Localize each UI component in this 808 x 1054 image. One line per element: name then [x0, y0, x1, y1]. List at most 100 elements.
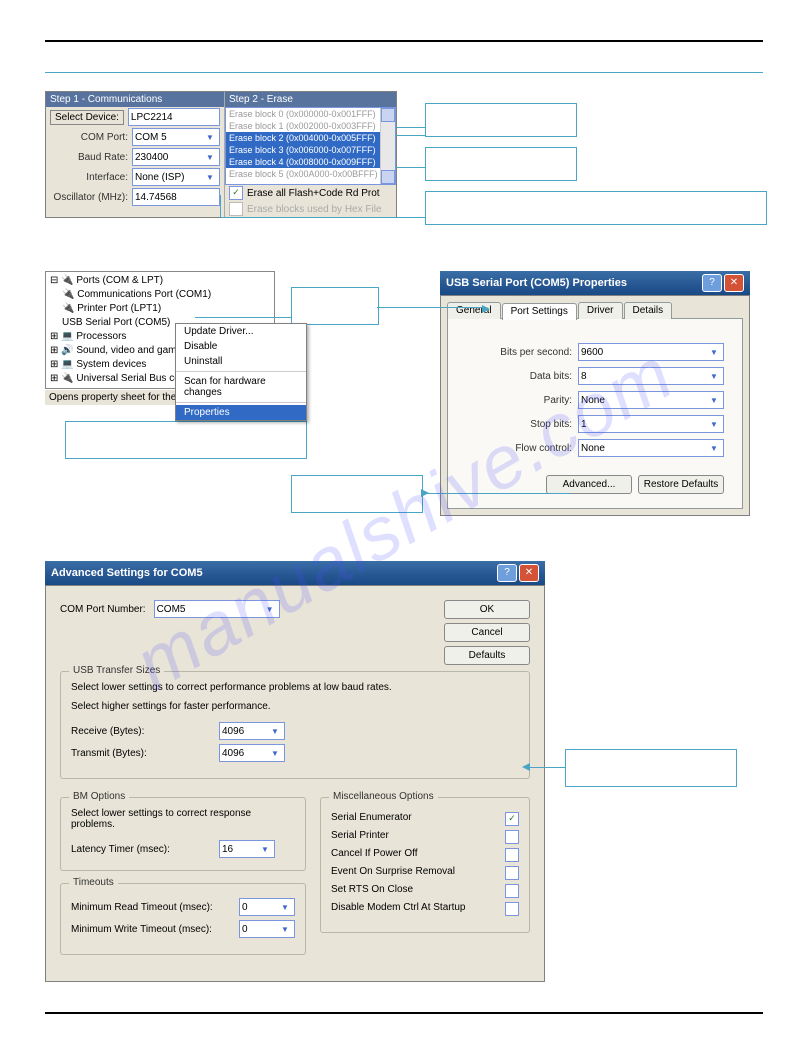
menu-item[interactable]: Disable [176, 339, 306, 354]
tree-node[interactable]: 🔌 Communications Port (COM1) [48, 288, 272, 302]
rule-bottom [45, 1012, 763, 1014]
menu-separator [176, 371, 306, 372]
stopbits-label: Stop bits: [530, 419, 572, 430]
rule-thin [45, 72, 763, 73]
receive-combo[interactable]: 4096▼ [219, 722, 285, 740]
chevron-down-icon: ▼ [203, 133, 217, 142]
cancel-button[interactable]: Cancel [444, 623, 530, 642]
erase-all-label: Erase all Flash+Code Rd Prot [247, 188, 380, 199]
event-surprise-checkbox[interactable] [505, 866, 519, 880]
transmit-label: Transmit (Bytes): [71, 748, 211, 759]
chevron-down-icon: ▼ [268, 749, 282, 758]
chevron-down-icon: ▼ [707, 372, 721, 381]
transmit-combo[interactable]: 4096▼ [219, 744, 285, 762]
list-item[interactable]: Erase block 4 (0x008000-0x009FFF) [226, 156, 395, 168]
bm-note: Select lower settings to correct respons… [71, 808, 295, 830]
usb-note: Select lower settings to correct perform… [71, 682, 519, 693]
min-write-combo[interactable]: 0▼ [239, 920, 295, 938]
ok-button[interactable]: OK [444, 600, 530, 619]
menu-item[interactable]: Uninstall [176, 354, 306, 369]
menu-item[interactable]: Properties [176, 405, 306, 420]
com-port-combo[interactable]: COM 5▼ [132, 128, 220, 146]
help-button[interactable]: ? [702, 274, 722, 292]
flow-combo[interactable]: None▼ [578, 439, 724, 457]
parity-label: Parity: [544, 395, 572, 406]
chevron-down-icon: ▼ [707, 420, 721, 429]
menu-item[interactable]: Update Driver... [176, 324, 306, 339]
misc-label: Serial Printer [331, 830, 389, 844]
chevron-down-icon: ▼ [278, 925, 292, 934]
chevron-down-icon: ▼ [268, 727, 282, 736]
help-button[interactable]: ? [497, 564, 517, 582]
tree-node[interactable]: ⊟ 🔌 Ports (COM & LPT) [48, 274, 272, 288]
databits-combo[interactable]: 8▼ [578, 367, 724, 385]
latency-combo[interactable]: 16▼ [219, 840, 275, 858]
databits-label: Data bits: [530, 371, 572, 382]
usb-transfer-group: USB Transfer Sizes Select lower settings… [60, 671, 530, 779]
misc-label: Serial Enumerator [331, 812, 412, 826]
chevron-down-icon: ▼ [263, 605, 277, 614]
scrollbar[interactable] [380, 108, 395, 184]
serial-enum-checkbox[interactable]: ✓ [505, 812, 519, 826]
advanced-title: Advanced Settings for COM5 [51, 567, 203, 579]
list-item[interactable]: Erase block 2 (0x004000-0x005FFF) [226, 132, 395, 144]
chevron-down-icon: ▼ [203, 153, 217, 162]
chevron-down-icon: ▼ [707, 444, 721, 453]
osc-field[interactable]: 14.74568 [132, 188, 220, 206]
tab-port-settings[interactable]: Port Settings [502, 303, 577, 320]
erase-listbox[interactable]: Erase block 0 (0x000000-0x001FFF) Erase … [225, 107, 396, 185]
menu-item[interactable]: Scan for hardware changes [176, 374, 306, 400]
erase-all-checkbox[interactable]: ✓ [229, 186, 243, 200]
baud-combo[interactable]: 230400▼ [132, 148, 220, 166]
menu-separator [176, 402, 306, 403]
select-device-button[interactable]: Select Device: [50, 110, 124, 125]
misc-label: Event On Surprise Removal [331, 866, 455, 880]
tab-driver[interactable]: Driver [578, 302, 623, 319]
timeouts-group: Timeouts Minimum Read Timeout (msec): 0▼… [60, 883, 306, 955]
properties-titlebar[interactable]: USB Serial Port (COM5) Properties ? ✕ [440, 271, 750, 295]
close-button[interactable]: ✕ [724, 274, 744, 292]
stopbits-combo[interactable]: 1▼ [578, 415, 724, 433]
device-field[interactable]: LPC2214 [128, 108, 220, 126]
set-rts-checkbox[interactable] [505, 884, 519, 898]
tab-general[interactable]: General [447, 302, 501, 319]
misc-options-group: Miscellaneous Options Serial Enumerator✓… [320, 797, 530, 933]
interface-combo[interactable]: None (ISP)▼ [132, 168, 220, 186]
bps-combo[interactable]: 9600▼ [578, 343, 724, 361]
callout [65, 421, 307, 459]
list-item[interactable]: Erase block 1 (0x002000-0x003FFF) [226, 120, 395, 132]
bps-label: Bits per second: [500, 347, 572, 358]
list-item[interactable]: Erase block 3 (0x006000-0x007FFF) [226, 144, 395, 156]
serial-printer-checkbox[interactable] [505, 830, 519, 844]
cancel-poweroff-checkbox[interactable] [505, 848, 519, 862]
callout [425, 191, 767, 225]
list-item[interactable]: Erase block 5 (0x00A000-0x00BFFF) [226, 168, 395, 180]
disable-modem-checkbox[interactable] [505, 902, 519, 916]
context-menu[interactable]: Update Driver... Disable Uninstall Scan … [175, 323, 307, 421]
tab-details[interactable]: Details [624, 302, 673, 319]
close-button[interactable]: ✕ [519, 564, 539, 582]
list-item[interactable]: Erase block 0 (0x000000-0x001FFF) [226, 108, 395, 120]
com-port-number-label: COM Port Number: [60, 604, 146, 615]
advanced-titlebar[interactable]: Advanced Settings for COM5 ? ✕ [45, 561, 545, 585]
tree-node[interactable]: 🔌 Printer Port (LPT1) [48, 302, 272, 316]
min-read-label: Minimum Read Timeout (msec): [71, 902, 231, 913]
restore-defaults-button[interactable]: Restore Defaults [638, 475, 724, 494]
callout [425, 103, 577, 137]
chevron-down-icon: ▼ [707, 348, 721, 357]
min-read-combo[interactable]: 0▼ [239, 898, 295, 916]
misc-label: Set RTS On Close [331, 884, 413, 898]
bm-options-group: BM Options Select lower settings to corr… [60, 797, 306, 871]
misc-label: Cancel If Power Off [331, 848, 418, 862]
com-port-number-combo[interactable]: COM5▼ [154, 600, 280, 618]
receive-label: Receive (Bytes): [71, 726, 211, 737]
chevron-down-icon: ▼ [203, 173, 217, 182]
defaults-button[interactable]: Defaults [444, 646, 530, 665]
parity-combo[interactable]: None▼ [578, 391, 724, 409]
advanced-button[interactable]: Advanced... [546, 475, 632, 494]
baud-label: Baud Rate: [50, 152, 128, 163]
flow-label: Flow control: [515, 443, 572, 454]
latency-label: Latency Timer (msec): [71, 844, 211, 855]
rule-top [45, 40, 763, 42]
usb-note: Select higher settings for faster perfor… [71, 701, 519, 712]
